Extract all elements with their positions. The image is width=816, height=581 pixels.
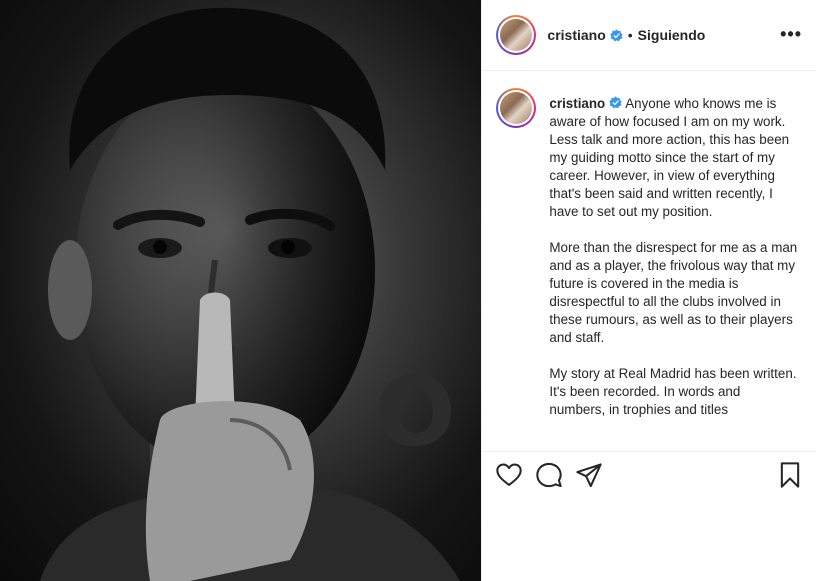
avatar[interactable]: [496, 15, 537, 55]
comment-area: cristiano Anyone who knows me is aware o…: [482, 72, 816, 450]
svg-text:O: O: [368, 353, 463, 473]
following-button[interactable]: Siguiendo: [638, 27, 706, 43]
caption-paragraph-2: More than the disrespect for me as a man…: [549, 240, 798, 345]
caption-comment: cristiano Anyone who knows me is aware o…: [482, 72, 816, 437]
save-button[interactable]: [776, 461, 804, 489]
action-bar: [482, 451, 816, 497]
avatar-ring: [498, 90, 535, 126]
comment-button[interactable]: [535, 461, 563, 489]
caption-username[interactable]: cristiano: [549, 96, 605, 111]
more-options-icon[interactable]: •••: [780, 25, 802, 43]
share-icon: [576, 463, 603, 488]
avatar-image: [500, 19, 533, 51]
caption-text: cristiano Anyone who knows me is aware o…: [549, 95, 797, 437]
caption-paragraph-1-text: Anyone who knows me is aware of how focu…: [549, 96, 790, 219]
avatar-ring: [498, 17, 535, 53]
avatar-image: [500, 92, 533, 124]
bookmark-icon: [781, 462, 800, 488]
separator-dot: •: [627, 27, 633, 43]
heart-icon: [496, 463, 523, 486]
caption-paragraph-3: My story at Real Madrid has been written…: [549, 366, 797, 417]
share-button[interactable]: [575, 461, 603, 489]
header-username[interactable]: cristiano: [547, 27, 605, 43]
post-photo[interactable]: O: [0, 0, 482, 581]
photo-illustration: O: [40, 7, 463, 581]
comment-icon: [536, 462, 563, 488]
verified-badge-icon: [610, 28, 623, 41]
verified-badge-icon: [609, 96, 622, 109]
post-sidebar: cristiano • Siguiendo ••• cristiano Anyo…: [481, 0, 816, 581]
caption-avatar[interactable]: [496, 88, 537, 128]
like-button[interactable]: [495, 461, 523, 489]
instagram-post: O cristiano • Siguiendo ••• cristiano An…: [0, 0, 816, 581]
post-header: cristiano • Siguiendo •••: [482, 0, 816, 71]
caption-paragraph-1: cristiano Anyone who knows me is aware o…: [549, 95, 797, 221]
